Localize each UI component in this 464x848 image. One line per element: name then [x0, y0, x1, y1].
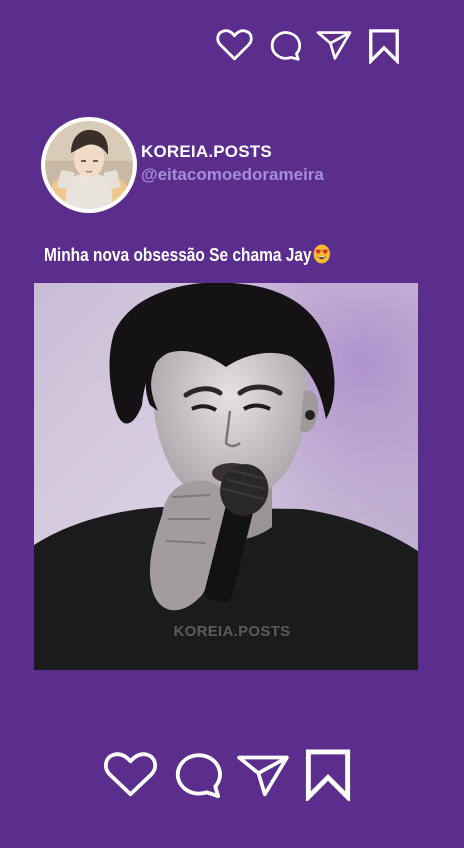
bookmark-icon-top[interactable] — [367, 28, 401, 64]
post-card: KOREIA.POSTS @eitacomoedorameira Minha n… — [0, 0, 464, 848]
send-icon-top[interactable] — [315, 29, 353, 61]
avatar[interactable] — [41, 117, 137, 213]
heart-eyes-emoji-icon — [313, 244, 331, 264]
post-photo[interactable] — [34, 283, 418, 670]
bookmark-icon-bottom[interactable] — [303, 748, 353, 801]
avatar-photo — [45, 121, 133, 209]
comment-icon-top[interactable] — [268, 29, 301, 62]
post-caption: Minha nova obsessão Se chama Jay — [44, 244, 331, 266]
like-heart-icon-top[interactable] — [216, 28, 253, 62]
account-handle[interactable]: @eitacomoedorameira — [141, 165, 324, 185]
comment-icon-bottom[interactable] — [172, 751, 224, 799]
send-icon-bottom[interactable] — [235, 752, 291, 798]
singer-photo — [34, 283, 418, 670]
like-heart-icon-bottom[interactable] — [103, 751, 158, 798]
account-name[interactable]: KOREIA.POSTS — [141, 142, 272, 162]
caption-text: Minha nova obsessão Se chama Jay — [44, 245, 312, 265]
photo-watermark: KOREIA.POSTS — [173, 623, 291, 640]
